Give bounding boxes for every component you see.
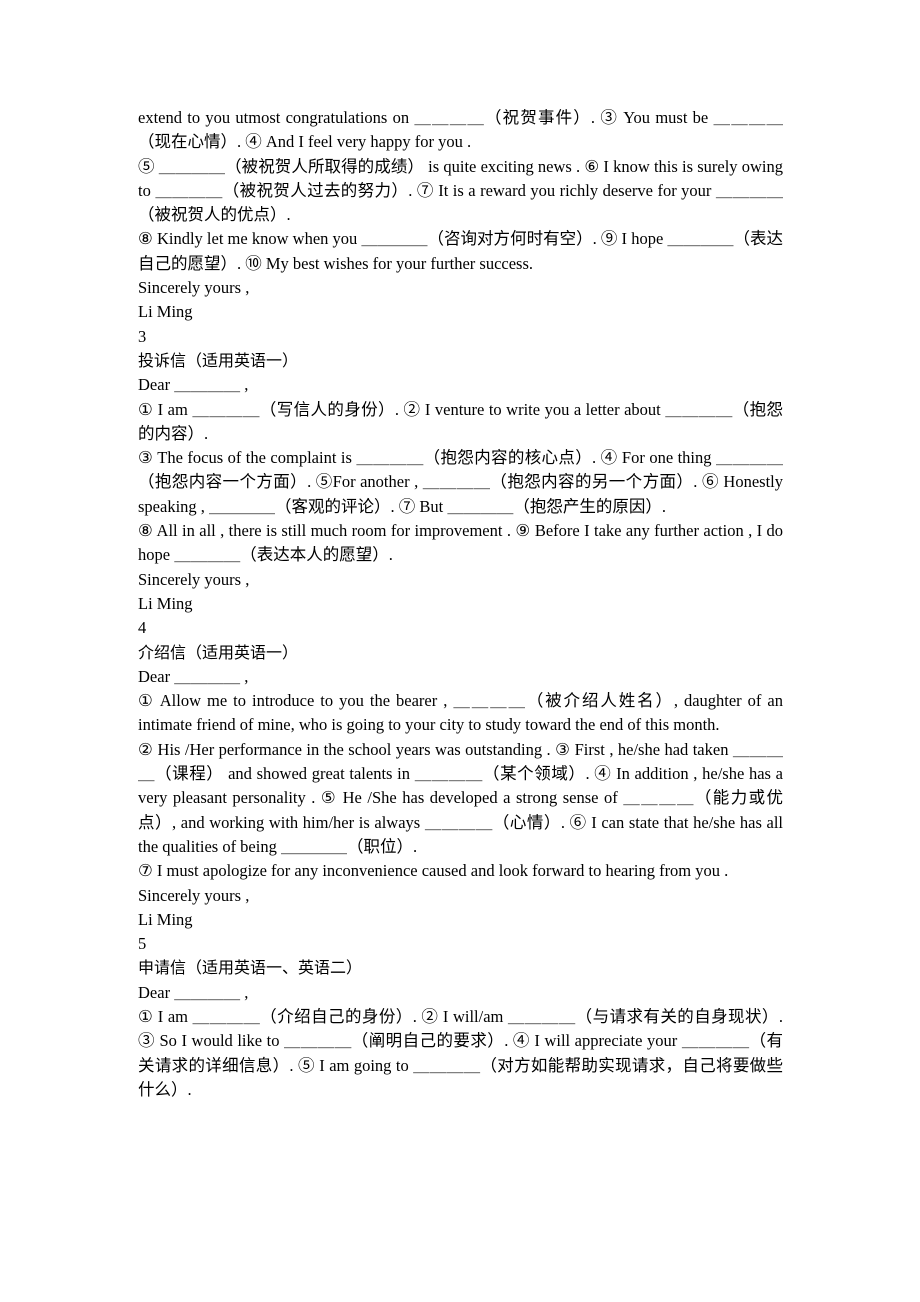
signature-line: Li Ming: [138, 593, 193, 613]
document-text-body: extend to you utmost congratulations on …: [138, 106, 783, 1102]
paragraph: extend to you utmost congratulations on …: [138, 108, 783, 152]
paragraph: ① Allow me to introduce to you the beare…: [138, 691, 788, 735]
closing-line: Sincerely yours ,: [138, 569, 250, 589]
paragraph: ⑤ ＿＿＿＿（被祝贺人所取得的成绩） is quite exciting new…: [138, 156, 788, 225]
salutation-line: Dear ＿＿＿＿ ,: [138, 666, 249, 686]
paragraph: ② His /Her performance in the school yea…: [138, 739, 788, 856]
document-page: extend to you utmost congratulations on …: [0, 0, 920, 1302]
paragraph: ⑧ All in all , there is still much room …: [138, 521, 788, 565]
paragraph: ① I am ＿＿＿＿（写信人的身份）. ② I venture to writ…: [138, 399, 783, 443]
salutation-line: Dear ＿＿＿＿ ,: [138, 982, 249, 1002]
section-number: 4: [138, 618, 147, 638]
closing-line: Sincerely yours ,: [138, 885, 250, 905]
paragraph: ⑦ I must apologize for any inconvenience…: [138, 861, 729, 881]
signature-line: Li Ming: [138, 909, 193, 929]
section-number: 3: [138, 326, 147, 346]
signature-line: Li Ming: [138, 302, 193, 322]
section-title: 介绍信（适用英语一）: [138, 642, 299, 662]
paragraph: ③ The focus of the complaint is ＿＿＿＿（抱怨内…: [138, 448, 788, 516]
closing-line: Sincerely yours ,: [138, 278, 250, 298]
section-title: 投诉信（适用英语一）: [138, 350, 299, 370]
salutation-line: Dear ＿＿＿＿ ,: [138, 375, 249, 395]
paragraph: ① I am ＿＿＿＿（介绍自己的身份）. ② I will/am ＿＿＿＿（与…: [138, 1006, 788, 1099]
paragraph: ⑧ Kindly let me know when you ＿＿＿＿（咨询对方何…: [138, 229, 783, 273]
section-number: 5: [138, 934, 147, 954]
section-title: 申请信（适用英语一、英语二）: [138, 958, 363, 978]
